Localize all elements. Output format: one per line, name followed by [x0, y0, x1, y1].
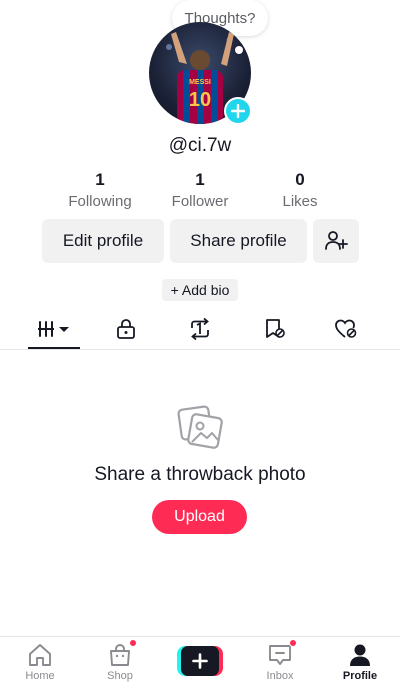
thought-bubble-tail: [235, 46, 243, 54]
stat-followers[interactable]: 1 Follower: [150, 170, 250, 212]
active-tab-indicator: [28, 347, 80, 349]
nav-home-label: Home: [25, 670, 55, 682]
tab-private[interactable]: [106, 310, 146, 348]
edit-profile-button[interactable]: Edit profile: [42, 219, 164, 263]
add-bio-button[interactable]: + Add bio: [162, 279, 238, 301]
profile-stats: 1 Following 1 Follower 0 Likes: [50, 170, 350, 212]
tab-liked[interactable]: [326, 310, 366, 348]
shop-bag-icon: [110, 644, 130, 666]
nav-shop[interactable]: Shop: [90, 639, 150, 682]
create-plus-icon: [181, 646, 219, 676]
bottom-navigation: Home Shop Inbox Profile: [0, 636, 400, 699]
profile-icon: [350, 644, 370, 666]
favorites-bookmark-icon: [266, 319, 285, 338]
lock-icon: [117, 319, 135, 339]
stat-label: Follower: [171, 193, 229, 210]
inbox-icon: [269, 645, 291, 665]
create-button[interactable]: [177, 646, 223, 676]
liked-heart-icon: [335, 319, 357, 338]
avatar-jersey-number: 10: [189, 89, 211, 111]
add-person-icon: [325, 231, 348, 250]
nav-inbox[interactable]: Inbox: [250, 639, 310, 682]
stat-label: Likes: [282, 193, 318, 210]
stat-value: 1: [95, 170, 105, 189]
home-icon: [29, 644, 51, 666]
add-friends-button[interactable]: [313, 219, 359, 263]
upload-button[interactable]: Upload: [152, 500, 247, 534]
share-profile-button[interactable]: Share profile: [170, 219, 307, 263]
nav-profile[interactable]: Profile: [330, 643, 390, 682]
inbox-notification-dot: [289, 639, 297, 647]
nav-profile-label: Profile: [342, 670, 378, 682]
stat-likes[interactable]: 0 Likes: [250, 170, 350, 212]
empty-state-title: Share a throwback photo: [94, 464, 306, 485]
stat-value: 0: [295, 170, 305, 189]
nav-home[interactable]: Home: [10, 643, 70, 682]
stat-value: 1: [195, 170, 205, 189]
tab-videos[interactable]: [28, 310, 80, 348]
profile-tabs: [0, 310, 400, 350]
nav-shop-label: Shop: [107, 670, 133, 682]
stat-label: Following: [68, 193, 132, 210]
add-avatar-plus-icon[interactable]: [224, 97, 252, 125]
shop-notification-dot: [129, 639, 137, 647]
stat-following[interactable]: 1 Following: [50, 170, 150, 212]
grid-videos-icon: [38, 321, 69, 337]
repost-icon: [191, 318, 209, 340]
photos-icon: [176, 402, 226, 452]
tab-favorites[interactable]: [255, 310, 295, 348]
nav-inbox-label: Inbox: [266, 670, 294, 682]
avatar-jersey-name: MESSI: [189, 79, 211, 86]
username: @ci.7w: [168, 135, 232, 156]
tab-reposts[interactable]: [180, 310, 220, 348]
